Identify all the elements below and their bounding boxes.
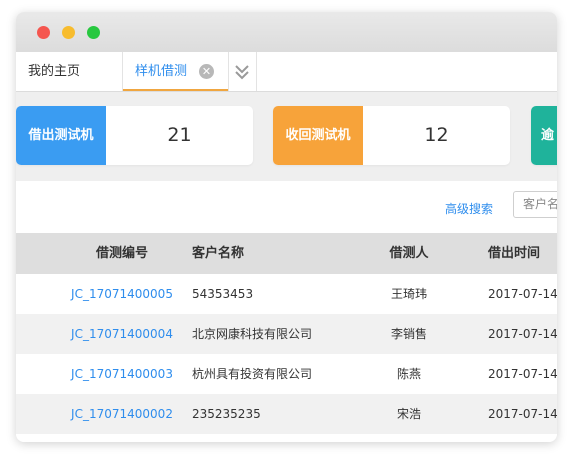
table-row[interactable]: JC_17071400005 54353453 王琦玮 2017-07-14 <box>16 274 557 314</box>
borrower: 陈燕 <box>396 367 421 381</box>
customer-name: 54353453 <box>192 287 254 301</box>
column-header[interactable]: 客户名称 <box>192 233 244 274</box>
column-header[interactable]: 借测人 <box>368 233 450 274</box>
lend-date: 2017-07-14 <box>488 287 557 301</box>
table-row[interactable]: JC_17071400003 杭州具有投资有限公司 陈燕 2017-07-14 <box>16 354 557 394</box>
advanced-search-link[interactable]: 高级搜索 <box>445 200 493 217</box>
loan-id-link[interactable]: JC_17071400003 <box>52 354 192 394</box>
stat-label: 借出测试机 <box>16 106 106 165</box>
double-chevron-down-icon[interactable] <box>228 52 257 91</box>
stat-card-returned[interactable]: 收回测试机 12 <box>273 106 510 165</box>
tab-label: 我的主页 <box>28 64 81 79</box>
lend-date: 2017-07-14 <box>488 367 557 381</box>
tab-bar: 我的主页 样机借测 ✕ <box>16 52 557 92</box>
list-toolbar: 高级搜索 客户名 <box>16 181 557 233</box>
column-header[interactable]: 借出时间 <box>488 233 540 274</box>
maximize-window-button[interactable] <box>87 26 100 39</box>
borrower: 宋浩 <box>396 407 421 421</box>
loan-id-link[interactable]: JC_17071400002 <box>52 394 192 434</box>
lend-date: 2017-07-14 <box>488 327 557 341</box>
tab-label: 样机借测 <box>135 64 188 79</box>
main-content: 借出测试机 21 收回测试机 12 逾 高级搜索 客户名 借测编号 客户名称 借… <box>16 92 557 442</box>
customer-name: 杭州具有投资有限公司 <box>192 367 313 381</box>
active-tab-indicator <box>123 89 228 91</box>
table-row[interactable]: JC_17071400002 235235235 宋浩 2017-07-14 <box>16 394 557 434</box>
close-icon[interactable]: ✕ <box>199 64 214 79</box>
customer-search-input[interactable]: 客户名 <box>513 191 557 218</box>
stat-card-lent[interactable]: 借出测试机 21 <box>16 106 253 165</box>
stat-value: 12 <box>424 124 449 146</box>
customer-name: 北京网康科技有限公司 <box>192 327 313 341</box>
stat-label: 逾 <box>531 106 557 165</box>
stat-value: 21 <box>167 124 192 146</box>
borrower: 王琦玮 <box>390 287 427 301</box>
table-row[interactable]: JC_17071400004 北京网康科技有限公司 李销售 2017-07-14 <box>16 314 557 354</box>
column-header[interactable]: 借测编号 <box>52 233 192 274</box>
borrower: 李销售 <box>390 327 427 341</box>
tab-home[interactable]: 我的主页 <box>28 52 80 91</box>
lend-date: 2017-07-14 <box>488 407 557 421</box>
table-header: 借测编号 客户名称 借测人 借出时间 <box>16 233 557 274</box>
app-window: 我的主页 样机借测 ✕ 借出测试机 21 收回测试机 12 逾 高级搜索 客户名… <box>16 12 557 442</box>
loan-list-panel: 高级搜索 客户名 借测编号 客户名称 借测人 借出时间 JC_170714000… <box>16 181 557 442</box>
customer-name: 235235235 <box>192 407 261 421</box>
minimize-window-button[interactable] <box>62 26 75 39</box>
close-window-button[interactable] <box>37 26 50 39</box>
title-bar <box>16 12 557 52</box>
loan-id-link[interactable]: JC_17071400005 <box>52 274 192 314</box>
stat-card-overdue[interactable]: 逾 <box>531 106 557 165</box>
loan-id-link[interactable]: JC_17071400004 <box>52 314 192 354</box>
stat-label: 收回测试机 <box>273 106 363 165</box>
tab-sample-loan[interactable]: 样机借测 ✕ <box>122 52 229 91</box>
